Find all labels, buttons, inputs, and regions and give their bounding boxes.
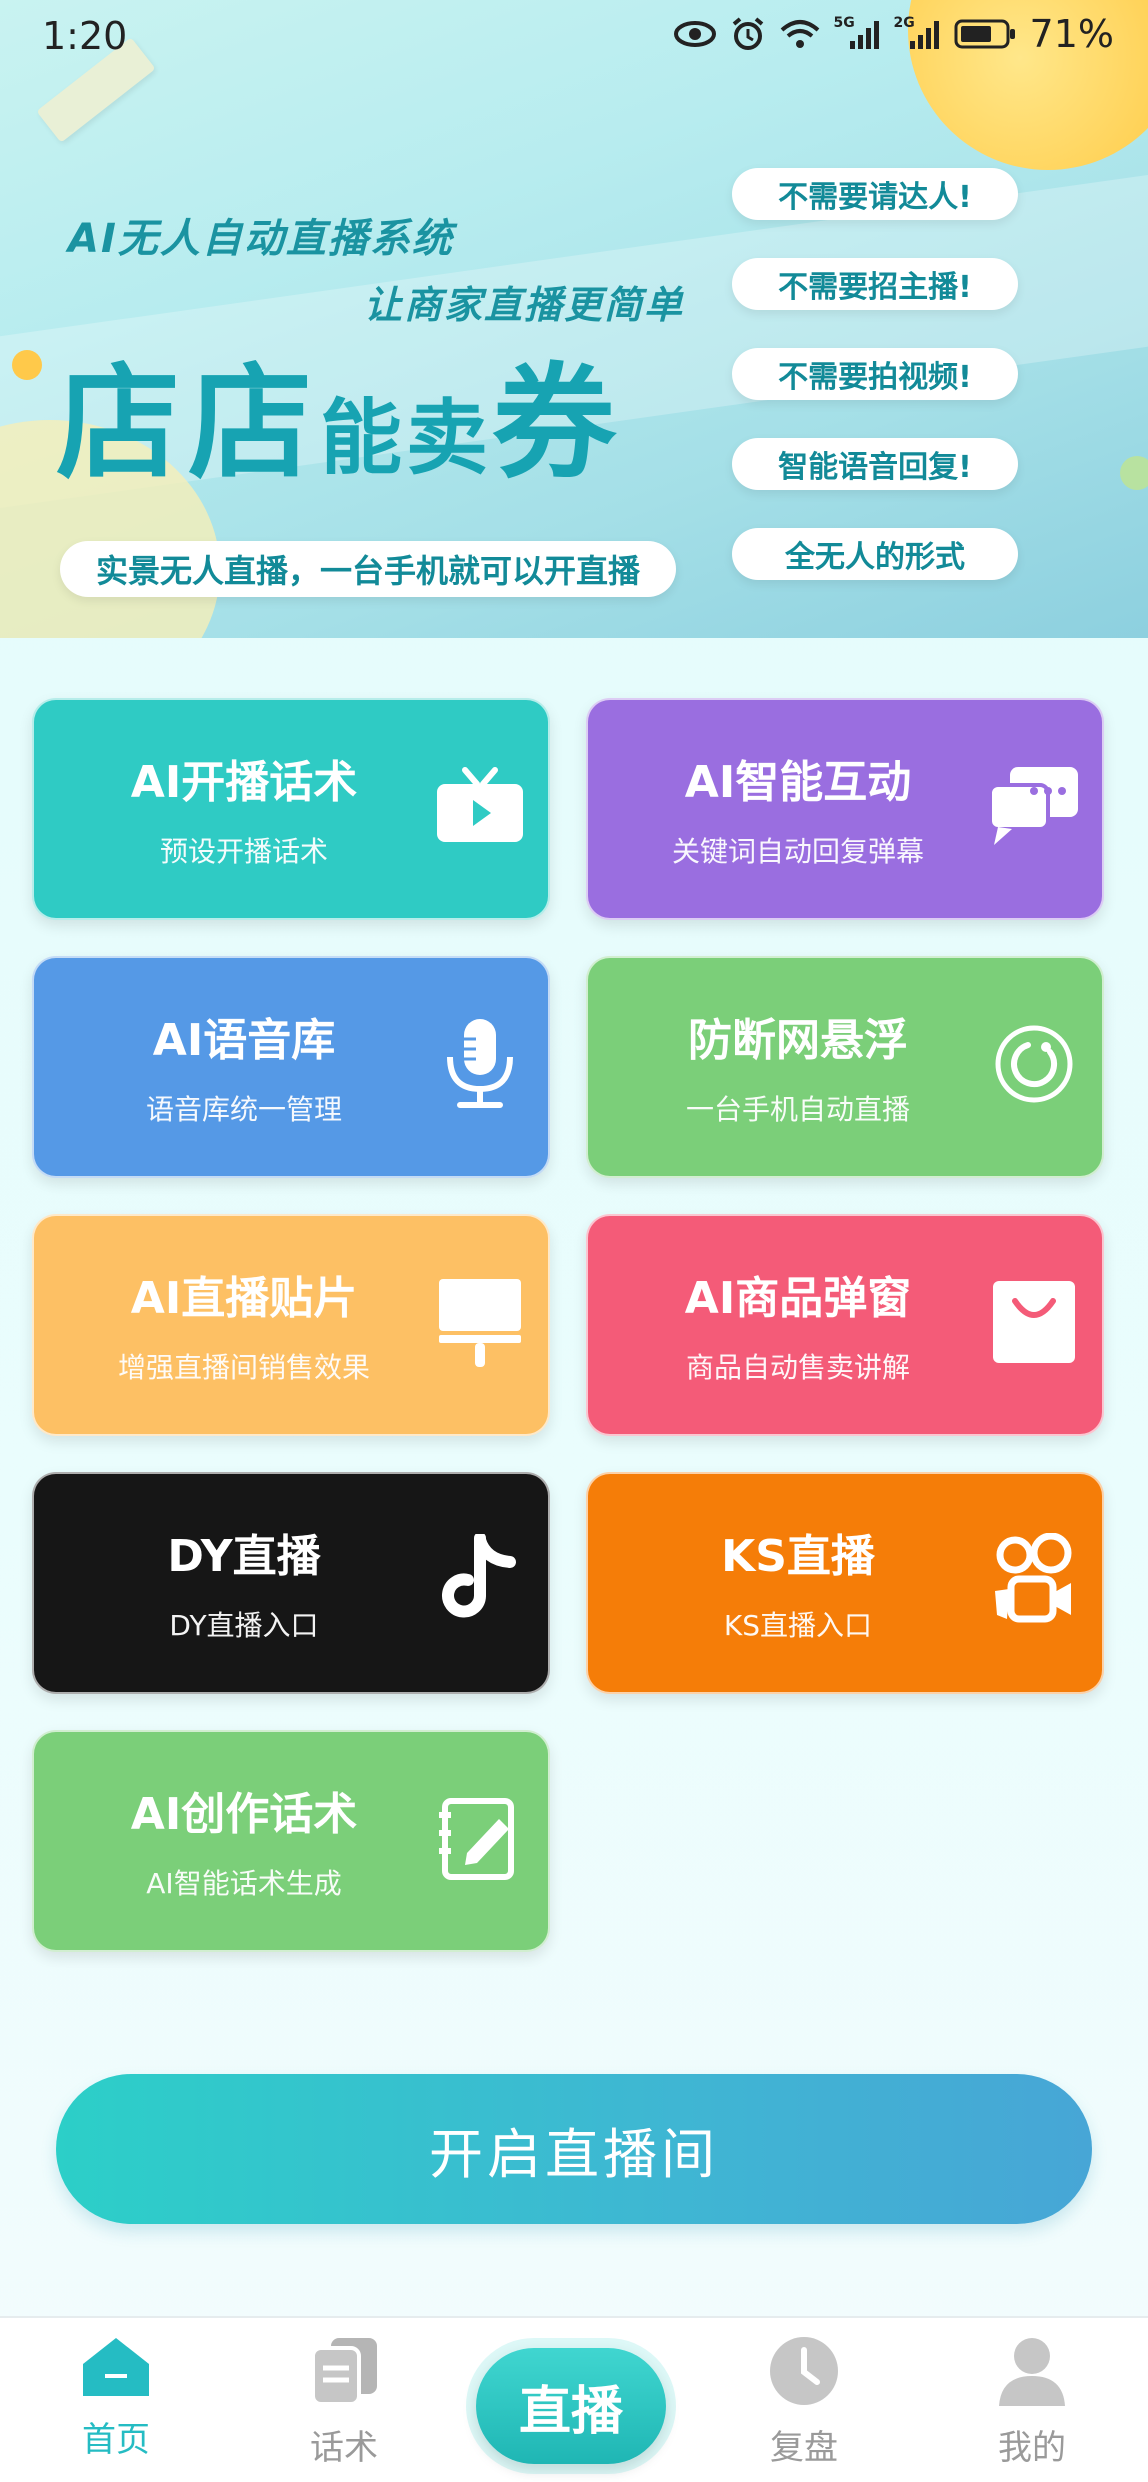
- card-ai-script-creation[interactable]: AI创作话术 AI智能话术生成: [32, 1730, 550, 1952]
- clock-icon: [770, 2337, 838, 2405]
- card-title: AI直播贴片: [130, 1273, 358, 1324]
- card-ai-live-sticker[interactable]: AI直播贴片 增强直播间销售效果: [32, 1214, 550, 1436]
- card-subtitle: AI智能话术生成: [146, 1867, 342, 1900]
- nav-mine[interactable]: 我的: [952, 2334, 1112, 2469]
- card-title: AI商品弹窗: [684, 1273, 912, 1324]
- sign-board-icon: [430, 1272, 530, 1372]
- card-title: AI开播话术: [130, 757, 358, 808]
- card-dy-live[interactable]: DY直播 DY直播入口: [32, 1472, 550, 1694]
- nav-label: 话术: [310, 2428, 378, 2468]
- card-subtitle: 预设开播话术: [159, 835, 328, 868]
- banner-tagline: 实景无人直播，一台手机就可以开直播: [60, 541, 676, 597]
- tiktok-icon: [430, 1530, 530, 1630]
- bottom-nav: 首页 话术 直播 复盘 我的: [0, 2316, 1148, 2482]
- status-bar: 1:20 5G 2G 71%: [0, 0, 1148, 74]
- status-time: 1:20: [42, 14, 128, 58]
- card-title: KS直播: [721, 1531, 875, 1582]
- nav-live-button[interactable]: 直播: [476, 2348, 666, 2464]
- kuaishou-icon: [984, 1530, 1084, 1630]
- banner-dot-decoration: [1120, 456, 1148, 490]
- nav-label: 我的: [998, 2428, 1066, 2468]
- banner-feature-pill: 不需要招主播!: [732, 258, 1018, 310]
- banner-feature-list: 不需要请达人! 不需要招主播! 不需要拍视频! 智能语音回复! 全无人的形式: [732, 168, 1018, 618]
- card-title: AI语音库: [152, 1015, 336, 1066]
- chat-bubbles-icon: [984, 756, 1084, 856]
- battery-percent: 71%: [1029, 12, 1114, 56]
- user-icon: [999, 2338, 1065, 2406]
- card-title: AI创作话术: [130, 1789, 358, 1840]
- banner-headline: AI无人自动直播系统: [68, 216, 454, 262]
- card-ai-opening-script[interactable]: AI开播话术 预设开播话术: [32, 698, 550, 920]
- banner-feature-pill: 智能语音回复!: [732, 438, 1018, 490]
- shopping-bag-icon: [984, 1272, 1084, 1372]
- banner-feature-pill: 不需要请达人!: [732, 168, 1018, 220]
- brand-part: 能卖: [320, 391, 493, 486]
- card-title: DY直播: [167, 1531, 321, 1582]
- card-subtitle: KS直播入口: [723, 1609, 873, 1642]
- tv-icon: [430, 756, 530, 856]
- scripts-icon: [311, 2338, 377, 2406]
- banner-dot-decoration: [12, 350, 42, 380]
- banner-feature-pill: 全无人的形式: [732, 528, 1018, 580]
- nav-label: 首页: [82, 2420, 150, 2460]
- eye-icon: [673, 21, 716, 47]
- nav-home[interactable]: 首页: [36, 2334, 196, 2461]
- banner-subheadline: 让商家直播更简单: [364, 283, 685, 327]
- card-subtitle: 关键词自动回复弹幕: [671, 835, 924, 868]
- card-subtitle: 增强直播间销售效果: [117, 1351, 370, 1384]
- card-title: 防断网悬浮: [688, 1015, 908, 1066]
- refresh-circle-icon: [984, 1014, 1084, 1114]
- alarm-icon: [732, 17, 763, 50]
- battery-icon: [954, 19, 1015, 49]
- card-ai-product-popup[interactable]: AI商品弹窗 商品自动售卖讲解: [586, 1214, 1104, 1436]
- card-subtitle: 商品自动售卖讲解: [685, 1351, 910, 1384]
- start-live-room-button[interactable]: 开启直播间: [56, 2074, 1092, 2224]
- wifi-icon: [780, 20, 819, 48]
- edit-note-icon: [430, 1788, 530, 1888]
- promo-banner[interactable]: AI无人自动直播系统 让商家直播更简单 店店能卖券 实景无人直播，一台手机就可以…: [0, 0, 1148, 638]
- card-ks-live[interactable]: KS直播 KS直播入口: [586, 1472, 1104, 1694]
- card-ai-voice-library[interactable]: AI语音库 语音库统一管理: [32, 956, 550, 1178]
- card-title: AI智能互动: [684, 757, 912, 808]
- microphone-icon: [430, 1014, 530, 1114]
- signal-5g-icon: 5G: [834, 15, 880, 51]
- brand-part: 店店: [56, 352, 321, 496]
- home-icon: [83, 2338, 149, 2396]
- card-anti-disconnect-float[interactable]: 防断网悬浮 一台手机自动直播: [586, 956, 1104, 1178]
- nav-label: 复盘: [770, 2428, 838, 2468]
- banner-brand: 店店能卖券: [56, 322, 624, 502]
- card-ai-interaction[interactable]: AI智能互动 关键词自动回复弹幕: [586, 698, 1104, 920]
- card-subtitle: DY直播入口: [169, 1609, 319, 1642]
- card-subtitle: 语音库统一管理: [145, 1093, 342, 1126]
- status-icons: 5G 2G 71%: [673, 12, 1114, 56]
- nav-review[interactable]: 复盘: [724, 2334, 884, 2469]
- banner-feature-pill: 不需要拍视频!: [732, 348, 1018, 400]
- nav-scripts[interactable]: 话术: [264, 2334, 424, 2469]
- signal-2g-icon: 2G: [894, 15, 940, 51]
- brand-part: 券: [492, 352, 625, 496]
- card-subtitle: 一台手机自动直播: [685, 1093, 910, 1126]
